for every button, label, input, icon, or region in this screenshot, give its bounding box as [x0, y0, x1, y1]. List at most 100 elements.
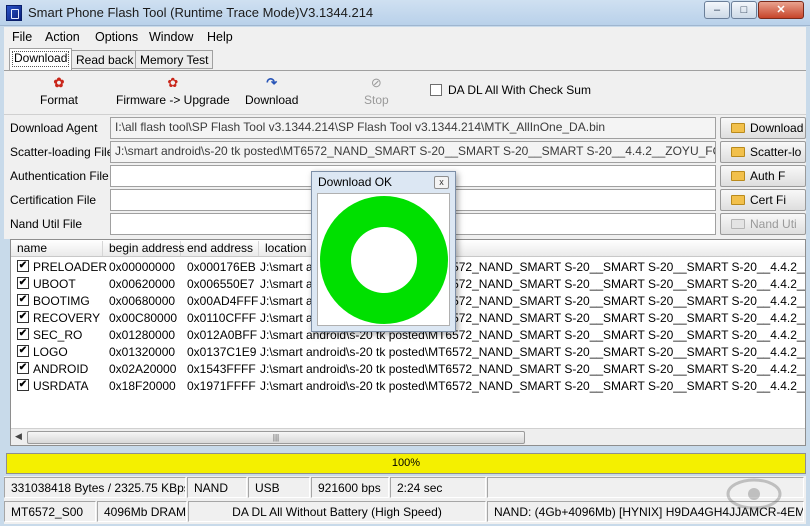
row-checkbox[interactable]: ✔ — [17, 345, 29, 357]
auth-file-label: Authentication File — [10, 169, 109, 183]
status-bar-transfer: 331038418 Bytes / 2325.75 KBps NAND USB … — [4, 476, 806, 500]
nand-util-button[interactable]: Nand Uti — [720, 213, 806, 235]
folder-icon — [731, 219, 745, 229]
column-name[interactable]: name — [11, 241, 103, 256]
status-elapsed-time: 2:24 sec — [390, 477, 486, 498]
checksum-option[interactable]: DA DL All With Check Sum — [430, 83, 591, 97]
row-begin: 0x01320000 — [109, 345, 176, 359]
column-end-address[interactable]: end address — [181, 241, 259, 256]
watermark-logo-icon — [726, 478, 782, 510]
format-icon: ✿ — [53, 75, 65, 90]
table-row[interactable]: ✔ USRDATA 0x18F20000 0x1971FFFF J:\smart… — [11, 377, 805, 394]
format-label: Format — [40, 93, 79, 107]
close-button[interactable]: ✕ — [758, 1, 804, 19]
nand-util-label: Nand Util File — [10, 217, 83, 231]
row-end: 0x00AD4FFF — [187, 294, 259, 308]
horizontal-scrollbar[interactable]: ◀ ||| — [11, 428, 805, 445]
status-bytes-speed: 331038418 Bytes / 2325.75 KBps — [4, 477, 186, 498]
progress-text: 100% — [391, 457, 421, 469]
row-begin: 0x00000000 — [109, 260, 176, 274]
row-end: 0x012A0BFF — [187, 328, 258, 342]
checksum-checkbox[interactable] — [430, 84, 442, 96]
row-location: J:\smart android\s-20 tk posted\MT6572_N… — [260, 345, 806, 359]
download-ok-dialog: Download OK x — [311, 171, 456, 332]
tab-memory-test[interactable]: Memory Test — [135, 50, 214, 69]
menu-options[interactable]: Options — [95, 30, 138, 44]
row-end: 0x0137C1E9 — [187, 345, 257, 359]
stop-button[interactable]: ⊘ Stop — [364, 75, 389, 107]
tab-bar: Download Read back Memory Test — [4, 47, 806, 71]
folder-icon — [731, 123, 745, 133]
table-row[interactable]: ✔ LOGO 0x01320000 0x0137C1E9 J:\smart an… — [11, 343, 806, 360]
firmware-upgrade-button[interactable]: ✿ Firmware -> Upgrade — [116, 75, 230, 107]
dialog-title: Download OK — [318, 175, 393, 189]
download-agent-label: Download Agent — [10, 121, 98, 135]
stop-icon: ⊘ — [370, 75, 382, 90]
status-storage: NAND — [187, 477, 247, 498]
tab-download[interactable]: Download — [9, 48, 73, 70]
folder-icon — [731, 195, 745, 205]
cert-file-button[interactable]: Cert Fi — [720, 189, 806, 211]
row-checkbox[interactable]: ✔ — [17, 260, 29, 272]
row-begin: 0x00680000 — [109, 294, 176, 308]
firmware-upgrade-icon: ✿ — [167, 75, 179, 90]
column-begin-address[interactable]: begin address — [103, 241, 184, 256]
download-button[interactable]: ↷ Download — [245, 75, 298, 107]
firmware-upgrade-label: Firmware -> Upgrade — [116, 93, 230, 107]
row-checkbox[interactable]: ✔ — [17, 294, 29, 306]
success-ring-icon — [320, 196, 448, 324]
menu-window[interactable]: Window — [149, 30, 193, 44]
maximize-button[interactable]: □ — [731, 1, 757, 19]
row-checkbox[interactable]: ✔ — [17, 379, 29, 391]
window-title: Smart Phone Flash Tool (Runtime Trace Mo… — [28, 5, 374, 20]
auth-file-button-label: Auth F — [750, 169, 786, 183]
download-icon: ↷ — [266, 75, 278, 90]
row-checkbox[interactable]: ✔ — [17, 277, 29, 289]
menu-file[interactable]: File — [12, 30, 32, 44]
auth-file-button[interactable]: Auth F — [720, 165, 806, 187]
download-agent-path[interactable]: I:\all flash tool\SP Flash Tool v3.1344.… — [110, 117, 716, 139]
row-name: RECOVERY — [33, 311, 101, 325]
download-agent-button[interactable]: Download — [720, 117, 806, 139]
row-checkbox[interactable]: ✔ — [17, 362, 29, 374]
row-begin: 0x00620000 — [109, 277, 176, 291]
row-name: ANDROID — [33, 362, 89, 376]
scatter-file-path[interactable]: J:\smart android\s-20 tk posted\MT6572_N… — [110, 141, 716, 163]
scroll-left-icon[interactable]: ◀ — [15, 431, 22, 442]
download-agent-button-label: Download — [750, 121, 804, 135]
table-row[interactable]: ✔ ANDROID 0x02A20000 0x1543FFFF J:\smart… — [11, 360, 806, 377]
row-begin: 0x18F20000 — [109, 379, 176, 393]
title-bar: Smart Phone Flash Tool (Runtime Trace Mo… — [0, 0, 810, 26]
row-name: USRDATA — [33, 379, 89, 393]
tab-read-back[interactable]: Read back — [71, 50, 139, 69]
success-ring-hole — [351, 227, 417, 293]
status-da-mode: DA DL All Without Battery (High Speed) — [188, 501, 486, 522]
download-agent-row: Download Agent I:\all flash tool\SP Flas… — [8, 117, 806, 139]
scrollbar-thumb[interactable]: ||| — [27, 431, 525, 444]
dialog-close-button[interactable]: x — [434, 176, 449, 189]
row-location: J:\smart android\s-20 tk posted\MT6572_N… — [260, 362, 806, 376]
row-end: 0x0110CFFF — [187, 311, 257, 325]
row-name: UBOOT — [33, 277, 76, 291]
menu-help[interactable]: Help — [207, 30, 233, 44]
toolbar: ✿ Format ✿ Firmware -> Upgrade ↷ Downloa… — [4, 71, 806, 115]
row-checkbox[interactable]: ✔ — [17, 328, 29, 340]
menu-bar: File Action Options Window Help — [4, 27, 806, 47]
row-begin: 0x02A20000 — [109, 362, 177, 376]
nand-util-button-label: Nand Uti — [750, 217, 797, 231]
minimize-button[interactable]: – — [704, 1, 730, 19]
row-checkbox[interactable]: ✔ — [17, 311, 29, 323]
scatter-file-button[interactable]: Scatter-lo — [720, 141, 806, 163]
row-begin: 0x00C80000 — [109, 311, 178, 325]
status-bar-device: MT6572_S00 4096Mb DRAM DA DL All Without… — [4, 500, 806, 524]
scatter-file-row: Scatter-loading File J:\smart android\s-… — [8, 141, 806, 163]
format-button[interactable]: ✿ Format — [40, 75, 78, 107]
row-end: 0x1971FFFF — [187, 379, 256, 393]
checksum-label: DA DL All With Check Sum — [448, 83, 591, 97]
scatter-file-label: Scatter-loading File — [10, 145, 114, 159]
status-connection: USB — [248, 477, 310, 498]
cert-file-button-label: Cert Fi — [750, 193, 786, 207]
menu-action[interactable]: Action — [45, 30, 80, 44]
row-name: PRELOADER — [33, 260, 108, 274]
download-label: Download — [245, 93, 299, 107]
